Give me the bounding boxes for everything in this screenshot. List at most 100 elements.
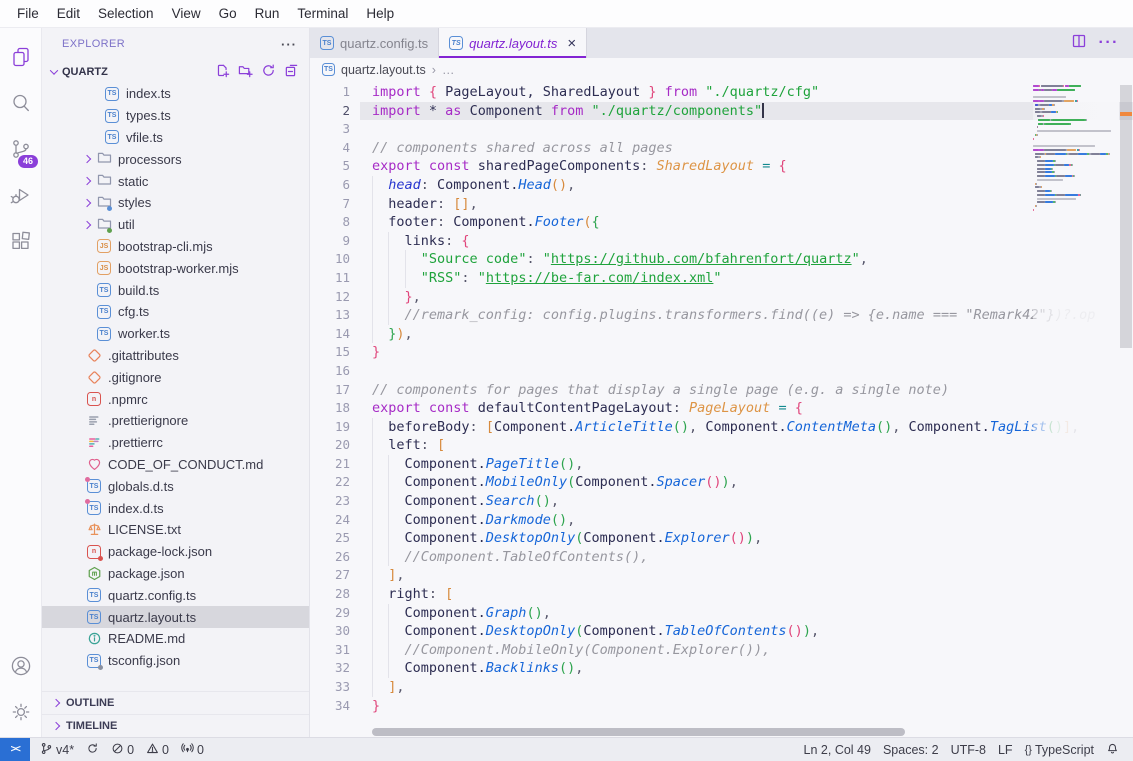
file-vfile.ts[interactable]: TSvfile.ts: [42, 127, 309, 149]
breadcrumb-file[interactable]: quartz.layout.ts: [341, 63, 426, 77]
remote-indicator-button[interactable]: ><: [0, 738, 30, 761]
file-index.ts[interactable]: TSindex.ts: [42, 83, 309, 105]
code-line-27[interactable]: 27 ],: [310, 566, 1133, 585]
code-line-28[interactable]: 28 right: [: [310, 585, 1133, 604]
code-line-34[interactable]: 34}: [310, 697, 1133, 716]
activity-search[interactable]: [1, 82, 41, 128]
file-quartz.config.ts[interactable]: TSquartz.config.ts: [42, 584, 309, 606]
file-.prettierrc[interactable]: .prettierrc: [42, 432, 309, 454]
code-line-9[interactable]: 9 links: {: [310, 232, 1133, 251]
file-globals.d.ts[interactable]: TSglobals.d.ts: [42, 475, 309, 497]
code-line-5[interactable]: 5export const sharedPageComponents: Shar…: [310, 157, 1133, 176]
code-line-26[interactable]: 26 //Component.TableOfContents(),: [310, 548, 1133, 567]
code-line-2[interactable]: 2import * as Component from "./quartz/co…: [310, 102, 1133, 121]
code-line-15[interactable]: 15}: [310, 343, 1133, 362]
close-icon[interactable]: ×: [567, 36, 576, 51]
status-indentation[interactable]: Spaces: 2: [877, 743, 945, 757]
status-git-branch[interactable]: v4*: [34, 742, 80, 758]
file-code-of-conduct.md[interactable]: CODE_OF_CONDUCT.md: [42, 454, 309, 476]
file-.prettierignore[interactable]: .prettierignore: [42, 410, 309, 432]
status-language-mode[interactable]: {}TypeScript: [1019, 743, 1100, 757]
code-line-29[interactable]: 29 Component.Graph(),: [310, 604, 1133, 623]
tab-quartz.config.ts[interactable]: TSquartz.config.ts: [310, 28, 439, 58]
status-errors[interactable]: 0: [105, 742, 140, 758]
menu-view[interactable]: View: [163, 0, 210, 27]
activity-explorer[interactable]: [1, 36, 41, 82]
horizontal-scrollbar[interactable]: [372, 728, 905, 736]
outline-panel-header[interactable]: OUTLINE: [42, 691, 309, 714]
activity-run-debug[interactable]: [1, 174, 41, 220]
status-eol[interactable]: LF: [992, 743, 1019, 757]
file-.gitattributes[interactable]: .gitattributes: [42, 345, 309, 367]
code-line-3[interactable]: 3: [310, 120, 1133, 139]
file-static[interactable]: static: [42, 170, 309, 192]
code-line-8[interactable]: 8 footer: Component.Footer({: [310, 213, 1133, 232]
timeline-panel-header[interactable]: TIMELINE: [42, 714, 309, 737]
code-line-11[interactable]: 11 "RSS": "https://be-far.com/index.xml": [310, 269, 1133, 288]
breadcrumb[interactable]: TS quartz.layout.ts › …: [310, 58, 1133, 81]
editor-more-actions-icon[interactable]: ···: [1099, 34, 1119, 52]
activity-accounts[interactable]: [1, 645, 41, 691]
activity-extensions[interactable]: [1, 220, 41, 266]
code-line-24[interactable]: 24 Component.Darkmode(),: [310, 511, 1133, 530]
code-line-12[interactable]: 12 },: [310, 288, 1133, 307]
code-line-4[interactable]: 4// components shared across all pages: [310, 139, 1133, 158]
code-line-20[interactable]: 20 left: [: [310, 436, 1133, 455]
workspace-section-header[interactable]: QUARTZ: [42, 60, 309, 83]
code-line-18[interactable]: 18export const defaultContentPageLayout:…: [310, 399, 1133, 418]
file-.gitignore[interactable]: .gitignore: [42, 366, 309, 388]
split-editor-icon[interactable]: [1071, 33, 1087, 54]
sidebar-more-actions-button[interactable]: ···: [281, 37, 297, 52]
menu-help[interactable]: Help: [357, 0, 403, 27]
code-line-21[interactable]: 21 Component.PageTitle(),: [310, 455, 1133, 474]
menu-terminal[interactable]: Terminal: [288, 0, 357, 27]
code-line-33[interactable]: 33 ],: [310, 678, 1133, 697]
code-line-14[interactable]: 14 }),: [310, 325, 1133, 344]
code-line-10[interactable]: 10 "Source code": "https://github.com/bf…: [310, 250, 1133, 269]
file-license.txt[interactable]: LICENSE.txt: [42, 519, 309, 541]
file-index.d.ts[interactable]: TSindex.d.ts: [42, 497, 309, 519]
code-line-31[interactable]: 31 //Component.MobileOnly(Component.Expl…: [310, 641, 1133, 660]
file-package-lock.json[interactable]: npackage-lock.json: [42, 541, 309, 563]
new-folder-icon[interactable]: [238, 63, 253, 81]
status-cursor-position[interactable]: Ln 2, Col 49: [798, 743, 877, 757]
code-line-25[interactable]: 25 Component.DesktopOnly(Component.Explo…: [310, 529, 1133, 548]
activity-settings[interactable]: [1, 691, 41, 737]
code-line-6[interactable]: 6 head: Component.Head(),: [310, 176, 1133, 195]
file-styles[interactable]: styles: [42, 192, 309, 214]
file-processors[interactable]: processors: [42, 148, 309, 170]
vertical-scrollbar[interactable]: [1120, 85, 1132, 348]
code-line-17[interactable]: 17// components for pages that display a…: [310, 381, 1133, 400]
code-editor[interactable]: 1import { PageLayout, SharedLayout } fro…: [310, 81, 1133, 737]
status-encoding[interactable]: UTF-8: [945, 743, 992, 757]
menu-edit[interactable]: Edit: [48, 0, 89, 27]
code-line-7[interactable]: 7 header: [],: [310, 195, 1133, 214]
refresh-icon[interactable]: [261, 63, 276, 81]
file-bootstrap-cli.mjs[interactable]: JSbootstrap-cli.mjs: [42, 236, 309, 258]
file-.npmrc[interactable]: n.npmrc: [42, 388, 309, 410]
status-sync[interactable]: [80, 742, 105, 758]
menu-run[interactable]: Run: [246, 0, 289, 27]
file-bootstrap-worker.mjs[interactable]: JSbootstrap-worker.mjs: [42, 257, 309, 279]
code-line-22[interactable]: 22 Component.MobileOnly(Component.Spacer…: [310, 473, 1133, 492]
code-line-13[interactable]: 13 //remark_config: config.plugins.trans…: [310, 306, 1133, 325]
file-types.ts[interactable]: TStypes.ts: [42, 105, 309, 127]
menu-file[interactable]: File: [8, 0, 48, 27]
chevron-down-icon[interactable]: [46, 64, 62, 80]
file-cfg.ts[interactable]: TScfg.ts: [42, 301, 309, 323]
code-line-32[interactable]: 32 Component.Backlinks(),: [310, 659, 1133, 678]
menu-go[interactable]: Go: [210, 0, 246, 27]
code-line-19[interactable]: 19 beforeBody: [Component.ArticleTitle()…: [310, 418, 1133, 437]
minimap[interactable]: [1033, 81, 1119, 737]
code-line-16[interactable]: 16: [310, 362, 1133, 381]
file-tsconfig.json[interactable]: TStsconfig.json: [42, 650, 309, 672]
tab-quartz.layout.ts[interactable]: TSquartz.layout.ts×: [439, 28, 587, 58]
file-package.json[interactable]: package.json: [42, 563, 309, 585]
file-readme.md[interactable]: README.md: [42, 628, 309, 650]
file-quartz.layout.ts[interactable]: TSquartz.layout.ts: [42, 606, 309, 628]
status-warnings[interactable]: 0: [140, 742, 175, 758]
code-line-1[interactable]: 1import { PageLayout, SharedLayout } fro…: [310, 83, 1133, 102]
file-build.ts[interactable]: TSbuild.ts: [42, 279, 309, 301]
status-ports[interactable]: 0: [175, 742, 210, 758]
file-util[interactable]: util: [42, 214, 309, 236]
